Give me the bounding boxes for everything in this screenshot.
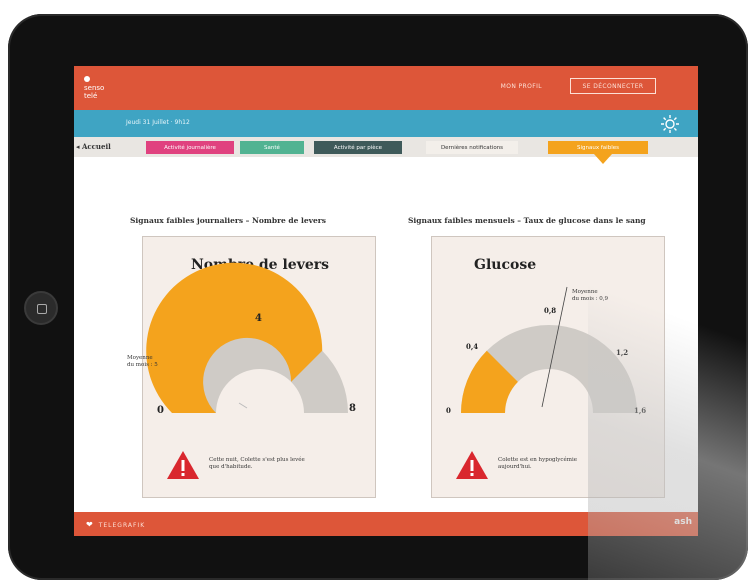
tablet-device: senso telé MON PROFIL SE DÉCONNECTER Jeu… <box>8 14 748 580</box>
tab-notifications[interactable]: Dernières notifications <box>426 141 518 154</box>
glucose-tick-3: 1,2 <box>616 348 628 357</box>
app-logo: senso telé <box>84 76 116 100</box>
current-date: Jeudi 31 Juillet · 9h12 <box>126 119 190 126</box>
logout-button[interactable]: SE DÉCONNECTER <box>570 78 656 94</box>
tab-home[interactable]: ◂ Accueil <box>76 142 111 151</box>
tab-room-activity[interactable]: Activité par pièce <box>314 141 402 154</box>
glucose-tick-0: 0 <box>446 406 451 415</box>
top-bar: senso telé MON PROFIL SE DÉCONNECTER <box>74 66 698 110</box>
active-tab-pointer <box>594 154 612 164</box>
glucose-average-note: Moyenne du mois : 0,9 <box>572 289 609 302</box>
tab-weak-signals[interactable]: Signaux faibles <box>548 141 648 154</box>
bottom-bar: ❤ TELEGRAFIK ash <box>74 512 698 536</box>
glucose-card: Glucose 0 0,4 0,8 1,2 1,6 Moyenne du moi… <box>431 236 665 498</box>
profile-link[interactable]: MON PROFIL <box>501 83 542 90</box>
levers-alert: Cette nuit, Colette s'est plus levée que… <box>165 449 365 483</box>
levers-gauge-fill <box>146 262 323 413</box>
footer-logo: ash <box>674 517 692 527</box>
glucose-tick-2: 0,8 <box>544 306 556 315</box>
tab-daily-activity[interactable]: Activité journalière <box>146 141 234 154</box>
levers-average-note: Moyenne du mois : 5 <box>127 355 158 368</box>
levers-card: Nombre de levers 0 4 8 Moyenne du mois :… <box>127 236 376 498</box>
heart-icon: ❤ <box>86 520 94 529</box>
logo-text: senso telé <box>84 84 105 100</box>
glucose-tick-4: 1,6 <box>634 406 646 415</box>
levers-tick-max: 8 <box>349 403 356 414</box>
footer-brand[interactable]: ❤ TELEGRAFIK <box>86 520 145 529</box>
warning-icon <box>167 451 199 479</box>
tab-bar: ◂ Accueil Activité journalière Santé Act… <box>74 137 698 164</box>
footer-brand-label: TELEGRAFIK <box>98 522 146 529</box>
sun-weather-icon <box>661 115 679 133</box>
logo-dot-icon <box>84 76 90 82</box>
glucose-alert: Colette est en hypoglycémie aujourd'hui. <box>454 449 654 483</box>
tab-home-label: Accueil <box>81 142 111 151</box>
glucose-gauge: 0 0,4 0,8 1,2 1,6 <box>446 286 646 415</box>
tab-health[interactable]: Santé <box>240 141 304 154</box>
glucose-alert-text: Colette est en hypoglycémie aujourd'hui. <box>498 457 577 470</box>
levers-gauge-needle <box>238 402 248 409</box>
levers-alert-text: Cette nuit, Colette s'est plus levée que… <box>209 457 305 470</box>
levers-gauge: 0 4 8 <box>146 262 356 416</box>
levers-tick-min: 0 <box>157 405 164 416</box>
glucose-tick-1: 0,4 <box>466 342 478 351</box>
date-bar: Jeudi 31 Juillet · 9h12 <box>74 110 698 137</box>
app-screen: senso telé MON PROFIL SE DÉCONNECTER Jeu… <box>74 66 698 536</box>
levers-tick-mid: 4 <box>255 313 262 324</box>
left-panel-title: Signaux faibles journaliers – Nombre de … <box>130 216 326 225</box>
right-panel-title: Signaux faibles mensuels – Taux de gluco… <box>408 216 646 225</box>
tablet-home-button[interactable] <box>24 291 58 325</box>
warning-icon <box>456 451 488 479</box>
